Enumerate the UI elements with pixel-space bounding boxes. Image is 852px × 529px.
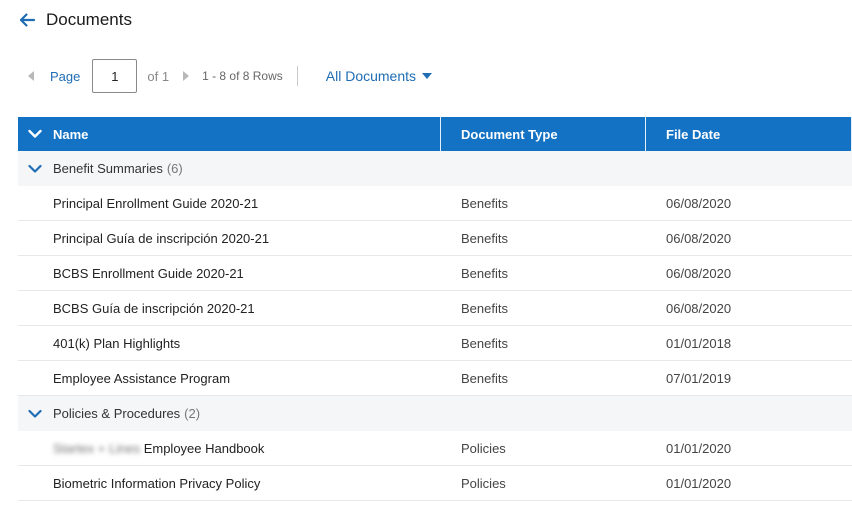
group-count: (2) — [184, 406, 201, 421]
table-row[interactable]: Employee Assistance Program Benefits 07/… — [18, 361, 852, 396]
page-header: Documents — [18, 8, 132, 32]
toolbar-divider — [296, 66, 298, 86]
page-label: Page — [50, 68, 81, 84]
file-date: 01/01/2018 — [666, 335, 732, 351]
document-name-link[interactable]: BCBS Enrollment Guide 2020-21 — [18, 266, 441, 281]
collapse-all-chevron-icon[interactable] — [28, 129, 42, 139]
document-name-link[interactable]: Startex + Lines Employee Handbook — [18, 441, 441, 456]
document-type: Policies — [461, 440, 506, 456]
next-page-icon[interactable] — [183, 71, 190, 81]
documents-table: Name Document Type File Date Benefit Sum… — [18, 117, 852, 501]
file-date: 01/01/2020 — [666, 440, 732, 456]
caret-down-icon — [422, 73, 433, 79]
pagination-toolbar: Page of 1 1 - 8 of 8 Rows All Documents — [28, 59, 433, 93]
column-header-file-date[interactable]: File Date — [646, 117, 852, 151]
document-type: Benefits — [461, 265, 508, 281]
table-row[interactable]: BCBS Guía de inscripción 2020-21 Benefit… — [18, 291, 852, 326]
group-count: (6) — [166, 161, 183, 176]
back-arrow-icon[interactable] — [18, 11, 36, 29]
document-type: Benefits — [461, 370, 508, 386]
file-date: 01/01/2020 — [666, 475, 732, 491]
filter-dropdown-label: All Documents — [325, 68, 417, 84]
document-name-link[interactable]: Principal Enrollment Guide 2020-21 — [18, 196, 441, 211]
group-row-benefit-summaries[interactable]: Benefit Summaries (6) — [18, 151, 852, 186]
document-name-link[interactable]: Biometric Information Privacy Policy — [18, 476, 441, 491]
document-type: Benefits — [461, 335, 508, 351]
file-date: 06/08/2020 — [666, 230, 732, 246]
document-name-link[interactable]: 401(k) Plan Highlights — [18, 336, 441, 351]
document-type: Benefits — [461, 300, 508, 316]
table-row[interactable]: BCBS Enrollment Guide 2020-21 Benefits 0… — [18, 256, 852, 291]
group-name: Policies & Procedures — [53, 406, 181, 421]
previous-page-icon[interactable] — [28, 71, 34, 81]
document-filter-dropdown[interactable]: All Documents — [325, 68, 433, 84]
document-name-text: Employee Handbook — [143, 440, 265, 456]
column-header-document-type[interactable]: Document Type — [441, 117, 646, 151]
table-row[interactable]: Startex + Lines Employee Handbook Polici… — [18, 431, 852, 466]
document-name-link[interactable]: BCBS Guía de inscripción 2020-21 — [18, 301, 441, 316]
page-number-input[interactable] — [92, 59, 138, 93]
table-row[interactable]: Principal Enrollment Guide 2020-21 Benef… — [18, 186, 852, 221]
document-name-link[interactable]: Principal Guía de inscripción 2020-21 — [18, 231, 441, 246]
table-row[interactable]: Biometric Information Privacy Policy Pol… — [18, 466, 852, 501]
document-name-link[interactable]: Employee Assistance Program — [18, 371, 441, 386]
file-date: 07/01/2019 — [666, 370, 732, 386]
table-row[interactable]: 401(k) Plan Highlights Benefits 01/01/20… — [18, 326, 852, 361]
redacted-company-name: Startex + Lines — [53, 440, 141, 456]
file-date: 06/08/2020 — [666, 265, 732, 281]
chevron-down-icon[interactable] — [28, 164, 42, 174]
document-type: Policies — [461, 475, 506, 491]
page-title: Documents — [46, 10, 132, 29]
table-row[interactable]: Principal Guía de inscripción 2020-21 Be… — [18, 221, 852, 256]
file-date: 06/08/2020 — [666, 300, 732, 316]
table-header: Name Document Type File Date — [18, 117, 852, 151]
file-date: 06/08/2020 — [666, 195, 732, 211]
column-header-name[interactable]: Name — [18, 117, 441, 151]
document-type: Benefits — [461, 195, 508, 211]
document-type: Benefits — [461, 230, 508, 246]
chevron-down-icon[interactable] — [28, 409, 42, 419]
group-name: Benefit Summaries — [53, 161, 163, 176]
rows-count-label: 1 - 8 of 8 Rows — [202, 69, 283, 83]
page-of-label: of 1 — [147, 68, 170, 84]
group-row-policies-procedures[interactable]: Policies & Procedures (2) — [18, 396, 852, 431]
